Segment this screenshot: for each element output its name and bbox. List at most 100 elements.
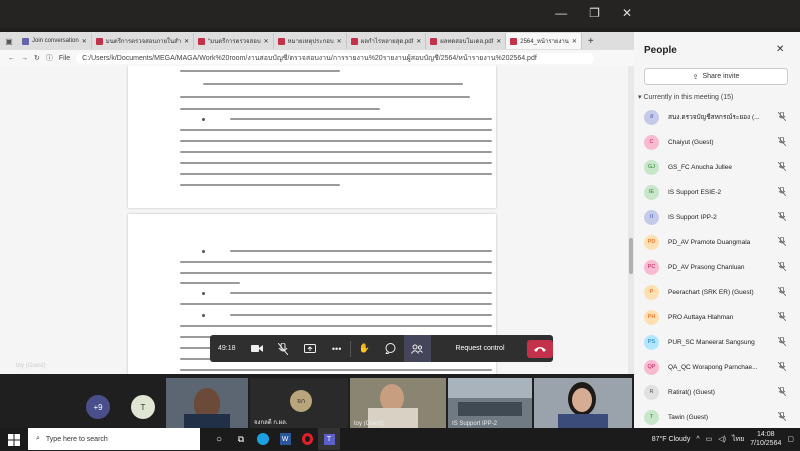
bullet-point [202,291,205,295]
participant-row[interactable]: PH PRO Auttaya Hlahman [644,308,794,326]
meeting-participants-header[interactable]: ▾ Currently in this meeting (15) [638,93,733,101]
chat-button[interactable] [377,335,404,362]
edge-icon[interactable] [252,428,274,450]
participant-row[interactable]: ส สนง.ตรวจบัญชีสหกรณ์ระยอง (... [644,108,794,126]
request-control-button[interactable]: Request control [439,340,522,357]
share-screen-button[interactable] [297,335,324,362]
participant-row[interactable]: PC PD_AV Prasong Chanluan [644,258,794,276]
people-icon [411,344,424,354]
volume-icon[interactable]: ◁) [718,435,726,443]
cortana-icon[interactable]: ○ [208,428,230,450]
participant-row[interactable]: II IS Support IPP-2 [644,208,794,226]
participant-avatar: II [644,209,659,225]
participant-avatar: PC [644,259,659,275]
hang-up-button[interactable] [527,339,553,358]
video-tile[interactable]: IS Support IPP-2 [448,378,532,428]
tab-label: Join conversation [32,38,79,44]
tab-label: ผลกำไรหลายสุด.pdf [360,39,414,45]
overflow-participants-badge[interactable]: +9 [86,395,110,419]
people-panel-title: People [644,45,677,56]
participant-avatar: C [644,134,659,150]
word-icon[interactable]: W [274,428,296,450]
browser-tab[interactable]: Join conversation ✕ [18,33,92,49]
video-tile[interactable]: จก จงกลดี ก.ผล. [250,378,348,428]
browser-tab[interactable]: ผลทดสอบโมเดล.pdf ✕ [426,33,507,49]
participant-avatar[interactable]: T [131,395,155,419]
participant-row[interactable]: PD PD_AV Pramote Duangmala [644,233,794,251]
participant-row[interactable]: IE IS Support ESIE-2 [644,183,794,201]
clock-time: 14:08 [757,431,775,438]
windows-taskbar: ⌕ Type here to search ○ ⧉ W T 87°F Cloud… [0,428,800,450]
video-tile-label: toy (Guest) [354,421,384,427]
task-view-icon[interactable]: ⧉ [230,428,252,450]
participant-row[interactable]: P Peerachart (SRK ER) (Guest) [644,283,794,301]
browser-tab[interactable]: ผลกำไรหลายสุด.pdf ✕ [347,33,427,49]
participant-avatar: R [644,384,659,400]
video-tile[interactable] [166,378,248,428]
participant-row[interactable]: T Tawin (Guest) [644,408,794,426]
browser-tab[interactable]: “มนตรีการตรวจสอบ ✕ [194,33,274,49]
clock[interactable]: 14:08 7/10/2564 [750,430,781,448]
window-controls: — ❐ ✕ [555,6,632,20]
restore-button[interactable]: ❐ [589,6,600,20]
taskbar-search[interactable]: ⌕ Type here to search [28,428,200,450]
participant-row[interactable]: C Chaiyut (Guest) [644,133,794,151]
participants-button[interactable] [404,335,431,362]
call-toolbar: 49:18 ••• ✋ Request control [210,335,553,362]
minimize-button[interactable]: — [555,6,567,20]
participant-row[interactable]: QP QA_QC Worapong Parnchae... [644,358,794,376]
document-text-line [180,140,492,142]
clock-date: 7/10/2564 [750,440,782,447]
tab-close-icon[interactable]: ✕ [184,38,189,45]
tab-close-icon[interactable]: ✕ [572,38,577,45]
tab-label: “มนตรีการตรวจสอบ [208,39,261,45]
opera-icon[interactable] [296,428,318,450]
tab-close-icon[interactable]: ✕ [337,38,342,45]
scrollbar-thumb[interactable] [629,238,633,274]
teams-icon[interactable]: T [318,428,340,450]
refresh-icon[interactable]: ↻ [34,54,40,62]
url-field[interactable]: C:/Users/k/Documents/MEGA/MAGA/Work%20ro… [76,52,594,64]
chevron-up-icon[interactable]: ^ [696,436,699,443]
share-invite-button[interactable]: ⇪ Share invite [644,68,788,85]
browser-tab[interactable]: มนตรีการตรวจสอบภายในสำ ✕ [92,33,195,49]
document-text-line [180,70,340,72]
back-icon[interactable]: ← [8,55,15,62]
notification-icon[interactable]: ▢ [787,435,794,443]
participant-row[interactable]: PS PUR_SC Maneerat Sangsung [644,333,794,351]
participant-row[interactable]: GJ GS_FC Anucha Jullee [644,158,794,176]
mic-button[interactable] [270,335,297,362]
system-tray: 87°F Cloudy ^ ▭ ◁) ไทย 14:08 7/10/2564 ▢ [652,428,794,450]
tab-close-icon[interactable]: ✕ [264,38,269,45]
close-window-button[interactable]: ✕ [622,6,632,20]
browser-tab[interactable]: หมายเหตุประกอบ ✕ [274,33,347,49]
weather-text[interactable]: 87°F Cloudy [652,436,691,443]
info-icon: ⓘ [45,55,53,62]
forward-icon[interactable]: → [21,55,28,62]
raise-hand-button[interactable]: ✋ [351,335,378,362]
document-text-line [180,173,492,175]
participant-row[interactable]: R Ratirat() (Guest) [644,383,794,401]
participant-avatar: GJ [644,159,659,175]
document-text-line [180,369,492,371]
windows-start-icon[interactable] [8,433,20,446]
tab-favicon-icon [22,37,29,45]
network-icon[interactable]: ▭ [706,435,713,443]
browser-tab[interactable]: 2564_หน้ารายงาน ✕ [506,33,582,49]
video-tile[interactable] [534,378,632,428]
mic-muted-icon [778,237,786,246]
participant-name: IS Support IPP-2 [668,213,717,221]
language-indicator[interactable]: ไทย [732,434,744,445]
tab-close-icon[interactable]: ✕ [416,38,421,45]
document-text-line [230,118,492,120]
share-icon: ⇪ [692,73,699,81]
close-icon[interactable]: ✕ [776,44,784,55]
video-tile[interactable]: toy (Guest) [350,378,446,428]
document-text-line [180,151,492,153]
tab-actions-icon[interactable]: ▣ [0,37,18,46]
camera-button[interactable] [244,335,271,362]
new-tab-button[interactable]: + [588,36,594,47]
tab-close-icon[interactable]: ✕ [496,38,501,45]
tab-close-icon[interactable]: ✕ [82,38,87,45]
more-actions-button[interactable]: ••• [323,335,350,362]
